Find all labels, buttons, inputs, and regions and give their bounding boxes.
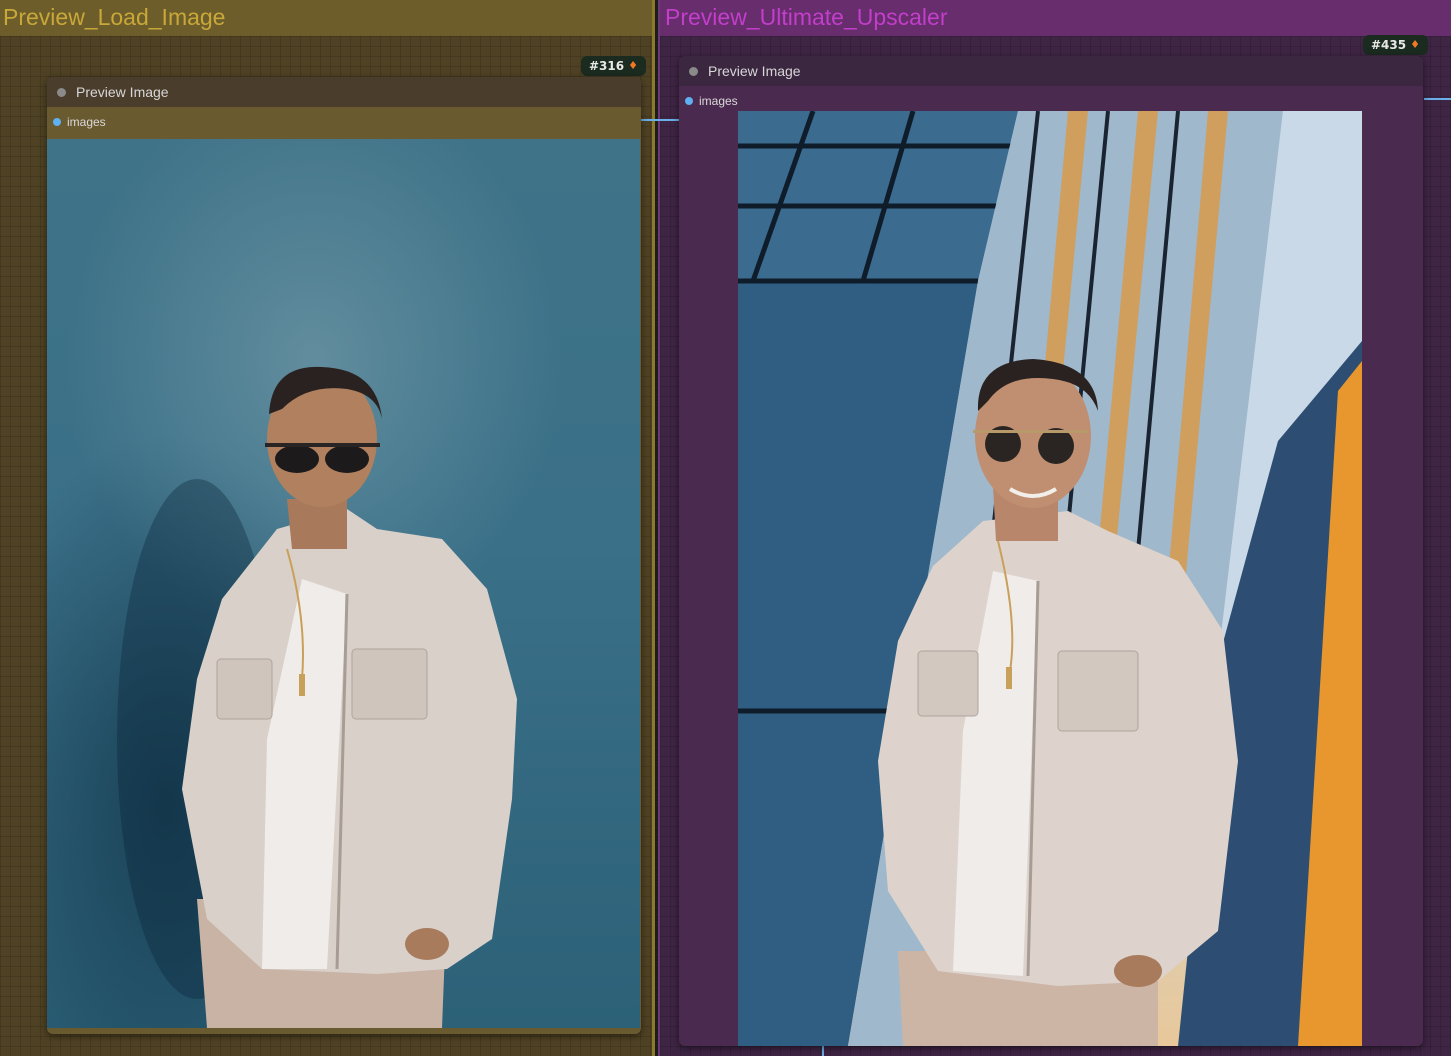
output-wire xyxy=(1424,98,1451,100)
upscaled-photo xyxy=(738,111,1362,1046)
node-title: Preview Image xyxy=(76,84,169,100)
fox-icon: ♦ xyxy=(628,59,638,72)
input-slot-icon[interactable] xyxy=(685,97,693,105)
group-title-bar[interactable]: Preview_Ultimate_Upscaler xyxy=(660,0,1451,36)
preview-image-upscaled[interactable] xyxy=(738,111,1362,1046)
node-id-badge: #316 ♦ xyxy=(581,56,646,76)
fox-icon: ♦ xyxy=(1410,38,1420,51)
output-wire-bottom xyxy=(822,1046,824,1056)
input-slot-images[interactable]: images xyxy=(47,107,641,137)
node-title-bar[interactable]: Preview Image xyxy=(679,56,1423,86)
node-id: #435 xyxy=(1371,38,1407,52)
node-id-badge: #435 ♦ xyxy=(1363,35,1428,55)
preview-image-original[interactable] xyxy=(47,139,640,1028)
input-label: images xyxy=(699,94,738,108)
group-title: Preview_Load_Image xyxy=(3,4,226,30)
node-id: #316 xyxy=(589,59,625,73)
input-wire xyxy=(640,119,679,121)
group-title: Preview_Ultimate_Upscaler xyxy=(665,4,948,30)
portrait-photo xyxy=(117,366,517,1028)
node-title: Preview Image xyxy=(708,63,801,79)
node-status-dot[interactable] xyxy=(689,66,698,76)
group-title-bar[interactable]: Preview_Load_Image xyxy=(0,0,652,36)
node-title-bar[interactable]: Preview Image xyxy=(47,77,641,107)
input-label: images xyxy=(67,115,106,129)
input-slot-icon[interactable] xyxy=(53,118,61,126)
node-status-dot[interactable] xyxy=(57,87,66,97)
